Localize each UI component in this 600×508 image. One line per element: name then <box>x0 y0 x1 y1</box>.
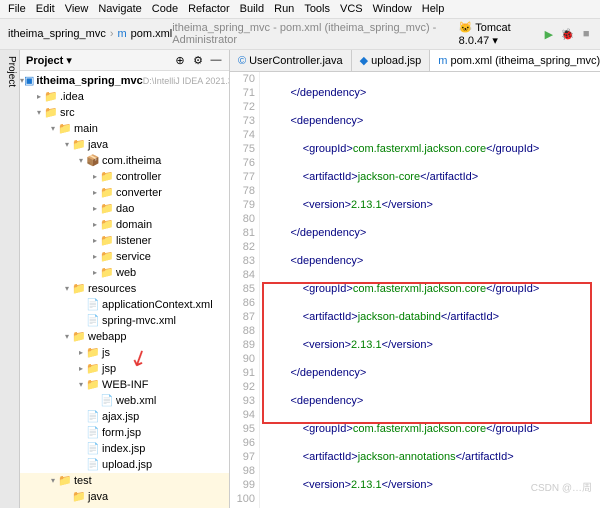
editor-tab[interactable]: mpom.xml (itheima_spring_mvc) <box>430 50 600 71</box>
watermark: CSDN @…周 <box>531 479 592 494</box>
title-bar: itheima_spring_mvc › m pom.xml itheima_s… <box>0 19 600 50</box>
menu-code[interactable]: Code <box>152 3 178 15</box>
editor: ©UserController.java◆upload.jspmpom.xml … <box>230 50 600 508</box>
tree-node[interactable]: ▸📁controller <box>20 169 229 185</box>
tree-node[interactable]: 📄web.xml <box>20 393 229 409</box>
menu-refactor[interactable]: Refactor <box>188 3 230 15</box>
tree-node[interactable]: ▸📁domain <box>20 217 229 233</box>
collapse-icon[interactable]: ⊕ <box>173 53 187 67</box>
tree-node[interactable]: ▸📁.idea <box>20 89 229 105</box>
gutter: 7071727374757677787980818283848586878889… <box>230 72 260 508</box>
tree-node[interactable]: ▾📦com.itheima <box>20 153 229 169</box>
run-config[interactable]: 🐱 Tomcat 8.0.47 ▾ <box>459 21 537 47</box>
settings-icon[interactable]: ⚙ <box>191 53 205 67</box>
tree-node[interactable]: ▾📁main <box>20 121 229 137</box>
breadcrumb-root[interactable]: itheima_spring_mvc <box>8 28 106 40</box>
tree-node[interactable]: ▾📁src <box>20 105 229 121</box>
stop-button[interactable]: ■ <box>580 27 592 41</box>
menu-file[interactable]: File <box>8 3 26 15</box>
menu-tools[interactable]: Tools <box>304 3 330 15</box>
tree-node[interactable]: 📄index.jsp <box>20 441 229 457</box>
tree-node[interactable]: ▸📁listener <box>20 233 229 249</box>
tree-node[interactable]: ▸📁dao <box>20 201 229 217</box>
tree-node[interactable]: 📄upload.jsp <box>20 457 229 473</box>
panel-title: Project <box>26 55 63 67</box>
menu-build[interactable]: Build <box>240 3 264 15</box>
tree-node[interactable]: 📄ajax.jsp <box>20 409 229 425</box>
code-body[interactable]: </dependency> <dependency> <groupId>com.… <box>260 72 600 508</box>
hide-icon[interactable]: — <box>209 53 223 67</box>
menu-window[interactable]: Window <box>373 3 412 15</box>
window-title: itheima_spring_mvc - pom.xml (itheima_sp… <box>172 22 458 46</box>
menu-bar: File Edit View Navigate Code Refactor Build Run… <box>0 0 600 19</box>
tree-node[interactable]: 📄spring-mvc.xml <box>20 313 229 329</box>
tree-node[interactable]: 📄form.jsp <box>20 425 229 441</box>
editor-tabs: ©UserController.java◆upload.jspmpom.xml … <box>230 50 600 72</box>
tree-node[interactable]: ▸📁jsp <box>20 361 229 377</box>
tree-node[interactable]: ▾📁java <box>20 137 229 153</box>
menu-navigate[interactable]: Navigate <box>98 3 141 15</box>
project-tool-tab[interactable]: Project <box>0 50 20 508</box>
tree-node[interactable]: ▾📁WEB-INF <box>20 377 229 393</box>
menu-help[interactable]: Help <box>422 3 445 15</box>
tree-node[interactable]: ▸📁js <box>20 345 229 361</box>
tree-node[interactable]: ▸📁converter <box>20 185 229 201</box>
editor-tab[interactable]: ©UserController.java <box>230 50 352 71</box>
run-button[interactable]: ▶ <box>543 27 555 41</box>
tree-node[interactable]: ▾📁webapp <box>20 329 229 345</box>
breadcrumb-file[interactable]: pom.xml <box>131 28 173 40</box>
tree-node[interactable]: ▸📁service <box>20 249 229 265</box>
project-tree: ▾▣itheima_spring_mvc D:\IntelliJ IDEA 20… <box>20 71 229 508</box>
project-panel: Project ▾ ⊕ ⚙ — ▾▣itheima_spring_mvc D:\… <box>20 50 230 508</box>
tree-node[interactable]: 📄applicationContext.xml <box>20 297 229 313</box>
tree-node[interactable]: ▸📁web <box>20 265 229 281</box>
menu-edit[interactable]: Edit <box>36 3 55 15</box>
menu-vcs[interactable]: VCS <box>340 3 363 15</box>
debug-button[interactable]: 🐞 <box>561 27 575 41</box>
menu-view[interactable]: View <box>65 3 89 15</box>
tree-root[interactable]: ▾▣itheima_spring_mvc D:\IntelliJ IDEA 20… <box>20 73 229 89</box>
menu-run[interactable]: Run <box>274 3 294 15</box>
tree-node[interactable]: ▾📁test <box>20 473 229 489</box>
tree-node[interactable]: 📁java <box>20 489 229 505</box>
editor-tab[interactable]: ◆upload.jsp <box>352 50 431 71</box>
tree-node[interactable]: ▾📁resources <box>20 281 229 297</box>
